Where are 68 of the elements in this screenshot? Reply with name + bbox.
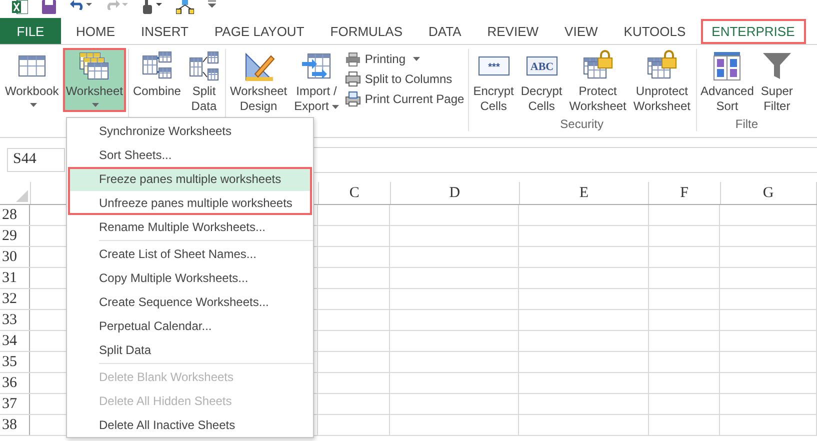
ribbon-button[interactable]: Protect Worksheet: [566, 48, 630, 117]
row-header[interactable]: 37: [0, 394, 30, 414]
ribbon-tab[interactable]: DATA: [418, 18, 472, 44]
ribbon-button[interactable]: Combine: [130, 48, 184, 102]
row-header[interactable]: 30: [0, 247, 30, 267]
row-header[interactable]: 35: [0, 352, 30, 372]
menu-item[interactable]: Copy Multiple Worksheets...: [69, 266, 311, 290]
row-header[interactable]: 32: [0, 289, 30, 309]
ribbon-tab[interactable]: ENTERPRISE: [700, 18, 806, 44]
sort-icon: [711, 50, 744, 82]
ribbon-button[interactable]: Super Filter: [758, 48, 796, 117]
excel-icon[interactable]: [12, 0, 28, 14]
ruler-pencil-icon: [242, 50, 275, 82]
customize-icon[interactable]: [208, 0, 216, 8]
row-header[interactable]: 29: [0, 226, 30, 246]
column-header[interactable]: C: [319, 182, 391, 204]
menu-item[interactable]: Perpetual Calendar...: [69, 314, 311, 338]
menu-item[interactable]: Sort Sheets...: [69, 143, 311, 167]
group-label: Filte: [735, 117, 758, 131]
ribbon-button[interactable]: Worksheet: [62, 48, 126, 112]
stacked-sheets-icon: [78, 50, 110, 82]
ribbon-tab[interactable]: VIEW: [554, 18, 609, 44]
ribbon-button[interactable]: Printing: [342, 50, 466, 68]
menu-item[interactable]: Synchronize Worksheets: [69, 119, 311, 143]
ribbon-tab[interactable]: FORMULAS: [319, 18, 414, 44]
ribbon-button[interactable]: Unprotect Worksheet: [630, 48, 694, 117]
menu-item[interactable]: Delete All Inactive Sheets: [69, 413, 311, 437]
funnel-icon: [760, 50, 793, 82]
ribbon-tab[interactable]: PAGE LAYOUT: [203, 18, 316, 44]
ribbon-tab[interactable]: INSERT: [130, 18, 200, 44]
row-header[interactable]: 28: [0, 205, 30, 225]
row-header[interactable]: 36: [0, 373, 30, 393]
ribbon-button[interactable]: Split to Columns: [342, 70, 466, 88]
ribbon-button[interactable]: Advanced Sort: [698, 48, 757, 117]
menu-item[interactable]: Freeze panes multiple worksheets: [69, 167, 311, 191]
ribbon-button[interactable]: ABC Decrypt Cells: [518, 48, 566, 117]
menu-item[interactable]: Rename Multiple Worksheets...: [69, 215, 311, 239]
ribbon-tab[interactable]: REVIEW: [476, 18, 550, 44]
column-header[interactable]: G: [720, 182, 817, 204]
group-label: Security: [560, 117, 604, 131]
split-data-icon: [188, 50, 220, 82]
name-box[interactable]: S44: [7, 148, 65, 172]
ribbon-tab[interactable]: KUTOOLS: [612, 18, 697, 44]
ribbon-button[interactable]: Import / Export: [291, 48, 342, 117]
row-header[interactable]: 33: [0, 310, 30, 330]
row-header[interactable]: 31: [0, 268, 30, 288]
ribbon-button[interactable]: Print Current Page: [342, 90, 466, 108]
column-header[interactable]: D: [390, 182, 520, 204]
printer-icon: [344, 71, 361, 87]
row-header[interactable]: 34: [0, 331, 30, 351]
file-tab[interactable]: FILE: [0, 18, 61, 44]
ribbon-tab[interactable]: HOME: [65, 18, 126, 44]
column-header[interactable]: E: [520, 182, 650, 204]
ribbon-button[interactable]: *** Encrypt Cells: [470, 48, 517, 117]
ribbon-button[interactable]: Workbook: [2, 48, 62, 112]
menu-item[interactable]: Split Data: [69, 338, 311, 362]
menu-item[interactable]: Unfreeze panes multiple worksheets: [69, 191, 311, 215]
ribbon-button[interactable]: Worksheet Design: [226, 48, 290, 117]
ribbon-button[interactable]: Split Data: [184, 48, 223, 117]
printer-icon: [344, 91, 361, 107]
save-icon[interactable]: [42, 0, 56, 14]
menu-item[interactable]: Create List of Sheet Names...: [69, 242, 311, 266]
column-header[interactable]: F: [649, 182, 721, 204]
row-header[interactable]: 38: [0, 415, 30, 435]
undo-icon[interactable]: [70, 0, 92, 10]
printer-icon: [344, 51, 361, 67]
menu-item[interactable]: Create Sequence Worksheets...: [69, 290, 311, 314]
diagram-icon[interactable]: [176, 0, 194, 14]
